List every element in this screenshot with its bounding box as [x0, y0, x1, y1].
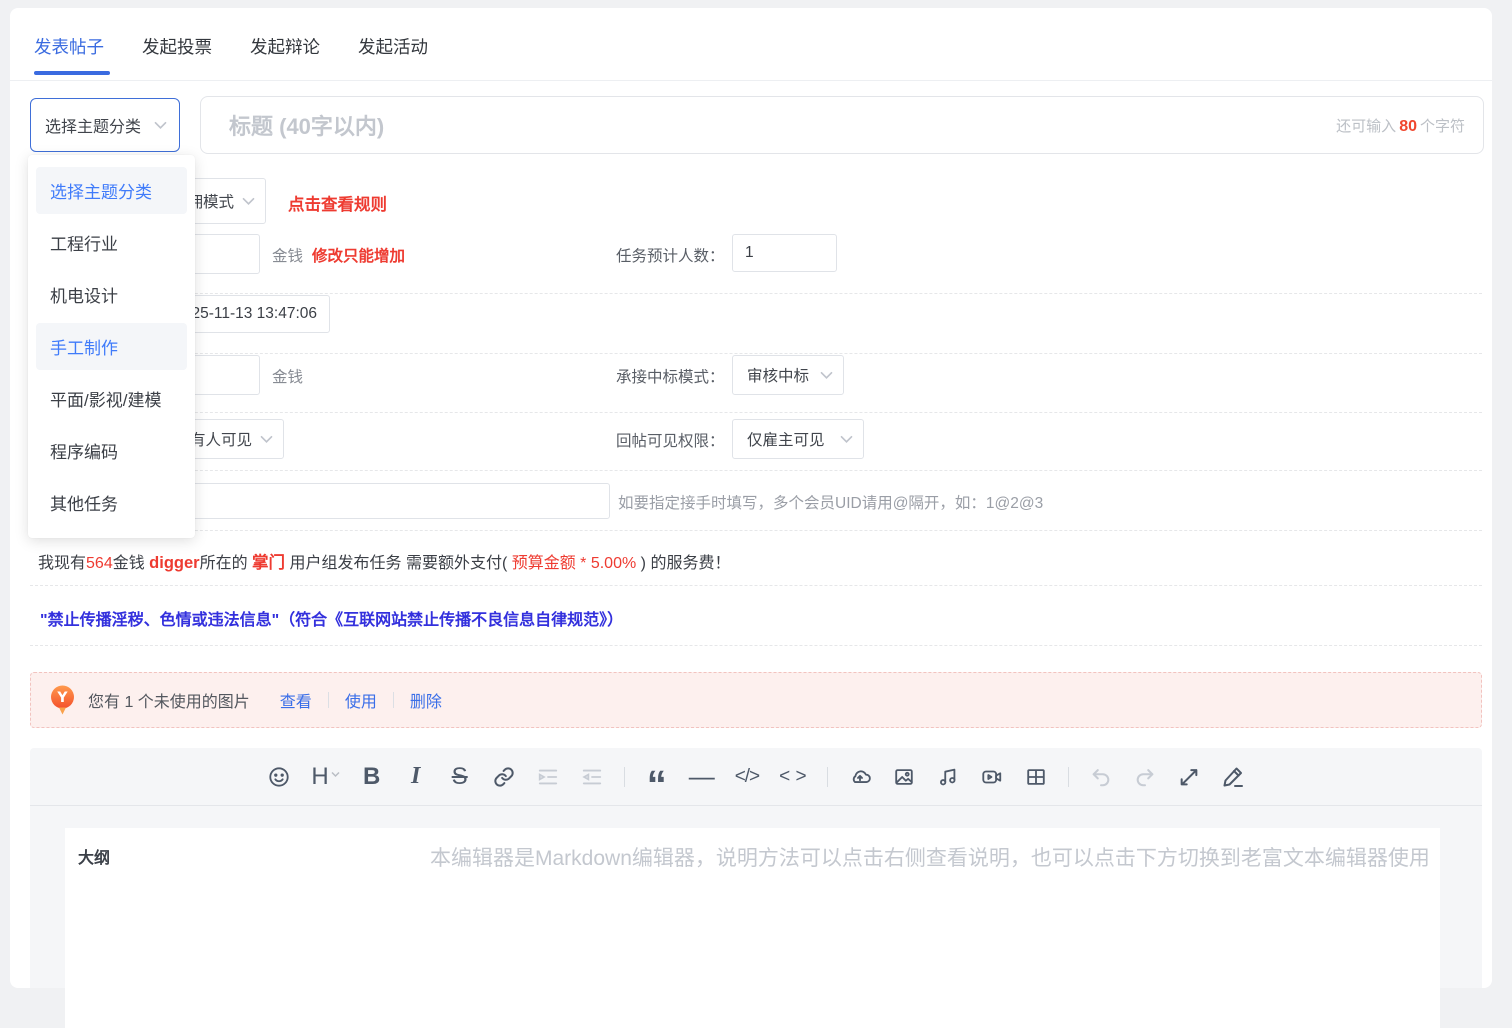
- reward-unit-label: 金钱: [272, 365, 303, 387]
- reply-visibility-select[interactable]: 仅雇主可见: [732, 419, 864, 459]
- dropdown-item-graphics[interactable]: 平面/影视/建模: [36, 375, 187, 422]
- tab-debate[interactable]: 发起辩论: [250, 34, 320, 59]
- dropdown-item-other[interactable]: 其他任务: [36, 479, 187, 526]
- divider: [30, 412, 1482, 413]
- notice-text: 您有 1 个未使用的图片: [88, 688, 250, 712]
- fee-formula: 预算金额 * 5.00%: [512, 555, 637, 572]
- win-mode-label: 承接中标模式：: [616, 365, 725, 387]
- horizontal-rule-icon[interactable]: —: [689, 763, 715, 791]
- dropdown-item-programming[interactable]: 程序编码: [36, 427, 187, 474]
- redo-icon[interactable]: [1133, 763, 1157, 791]
- quote-icon[interactable]: “: [645, 763, 669, 791]
- divider: [30, 585, 1482, 586]
- dropdown-item-mechatronics[interactable]: 机电设计: [36, 271, 187, 318]
- svg-text:Y: Y: [56, 690, 68, 706]
- use-image-link[interactable]: 使用: [329, 688, 393, 712]
- category-select-label: 选择主题分类: [45, 113, 146, 137]
- chevron-down-icon: [820, 371, 833, 380]
- divider: [30, 293, 1482, 294]
- title-placeholder: 标题 (40字以内): [229, 109, 1336, 141]
- outdent-icon[interactable]: [580, 763, 604, 791]
- chevron-down-icon: [154, 121, 167, 130]
- divider: [30, 645, 1482, 646]
- category-select[interactable]: 选择主题分类: [30, 98, 180, 152]
- tab-activity[interactable]: 发起活动: [358, 34, 428, 59]
- main-card: 发表帖子 发起投票 发起辩论 发起活动 选择主题分类 标题 (40字以内) 还可…: [10, 8, 1492, 988]
- code-block-icon[interactable]: </>: [735, 763, 759, 791]
- username: digger: [149, 554, 199, 572]
- tab-poll[interactable]: 发起投票: [142, 34, 212, 59]
- balance-amount: 564: [86, 555, 113, 572]
- view-rules-link[interactable]: 点击查看规则: [288, 191, 387, 215]
- assignee-input[interactable]: [185, 483, 610, 519]
- markdown-editor: H B I S “ — </> < >: [30, 748, 1482, 988]
- bulb-icon: Y: [49, 685, 76, 716]
- pencil-icon[interactable]: [1221, 763, 1245, 791]
- dropdown-item-placeholder[interactable]: 选择主题分类: [36, 167, 187, 214]
- win-mode-select[interactable]: 审核中标: [732, 355, 844, 395]
- emoji-icon[interactable]: [267, 763, 291, 791]
- user-group: 掌门: [252, 554, 285, 572]
- inline-code-icon[interactable]: < >: [779, 763, 806, 791]
- title-input[interactable]: 标题 (40字以内) 还可输入80个字符: [200, 96, 1484, 154]
- image-icon[interactable]: [892, 763, 916, 791]
- toolbar-divider: [1068, 767, 1069, 787]
- delete-image-link[interactable]: 删除: [394, 688, 458, 712]
- divider: [30, 353, 1482, 354]
- view-image-link[interactable]: 查看: [264, 688, 328, 712]
- fee-statement: 我现有564金钱 digger所在的 掌门 用户组发布任务 需要额外支付( 预算…: [38, 549, 730, 573]
- video-icon[interactable]: [980, 763, 1004, 791]
- people-label: 任务预计人数：: [616, 244, 725, 266]
- fullscreen-icon[interactable]: [1177, 763, 1201, 791]
- policy-statement: "禁止传播淫秽、色情或违法信息"（符合《互联网站禁止传播不良信息自律规范》）: [40, 606, 623, 630]
- table-icon[interactable]: [1024, 763, 1048, 791]
- people-input[interactable]: 1: [732, 234, 837, 272]
- link-icon[interactable]: [492, 763, 516, 791]
- toolbar-divider: [827, 767, 828, 787]
- toolbar-divider: [624, 767, 625, 787]
- editor-placeholder: 本编辑器是Markdown编辑器，说明方法可以点击右侧查看说明，也可以点击下方切…: [430, 842, 1430, 872]
- assignee-hint: 如要指定接手时填写，多个会员UID请用@隔开，如：1@2@3: [618, 491, 1043, 513]
- tab-post[interactable]: 发表帖子: [34, 34, 104, 59]
- divider: [10, 80, 1492, 81]
- budget-unit-label: 金钱: [272, 244, 303, 266]
- divider: [30, 530, 1482, 531]
- chevron-down-icon: [260, 435, 273, 444]
- undo-icon[interactable]: [1089, 763, 1113, 791]
- dropdown-item-engineering[interactable]: 工程行业: [36, 219, 187, 266]
- budget-note: 修改只能增加: [312, 244, 405, 266]
- editor-toolbar: H B I S “ — </> < >: [30, 748, 1482, 806]
- heading-icon[interactable]: H: [311, 763, 339, 791]
- upload-icon[interactable]: [848, 763, 872, 791]
- tab-bar: 发表帖子 发起投票 发起辩论 发起活动: [34, 34, 428, 59]
- chevron-down-icon: [242, 197, 255, 206]
- indent-icon[interactable]: [536, 763, 560, 791]
- dropdown-item-handmade[interactable]: 手工制作: [36, 323, 187, 370]
- char-counter: 还可输入80个字符: [1336, 115, 1465, 136]
- chevron-down-icon: [840, 435, 853, 444]
- category-dropdown-panel: 选择主题分类 工程行业 机电设计 手工制作 平面/影视/建模 程序编码 其他任务: [28, 155, 195, 538]
- editor-content-area[interactable]: 大纲 本编辑器是Markdown编辑器，说明方法可以点击右侧查看说明，也可以点击…: [65, 828, 1440, 1028]
- divider: [30, 470, 1482, 471]
- italic-icon[interactable]: I: [404, 763, 428, 791]
- bold-icon[interactable]: B: [360, 763, 384, 791]
- active-tab-underline: [34, 71, 110, 75]
- music-icon[interactable]: [936, 763, 960, 791]
- unused-image-notice: Y 您有 1 个未使用的图片 查看 使用 删除: [30, 672, 1482, 728]
- strikethrough-icon[interactable]: S: [448, 763, 472, 791]
- outline-label: 大纲: [78, 844, 110, 868]
- chars-remaining: 80: [1396, 118, 1420, 135]
- reply-visibility-label: 回帖可见权限：: [616, 429, 725, 451]
